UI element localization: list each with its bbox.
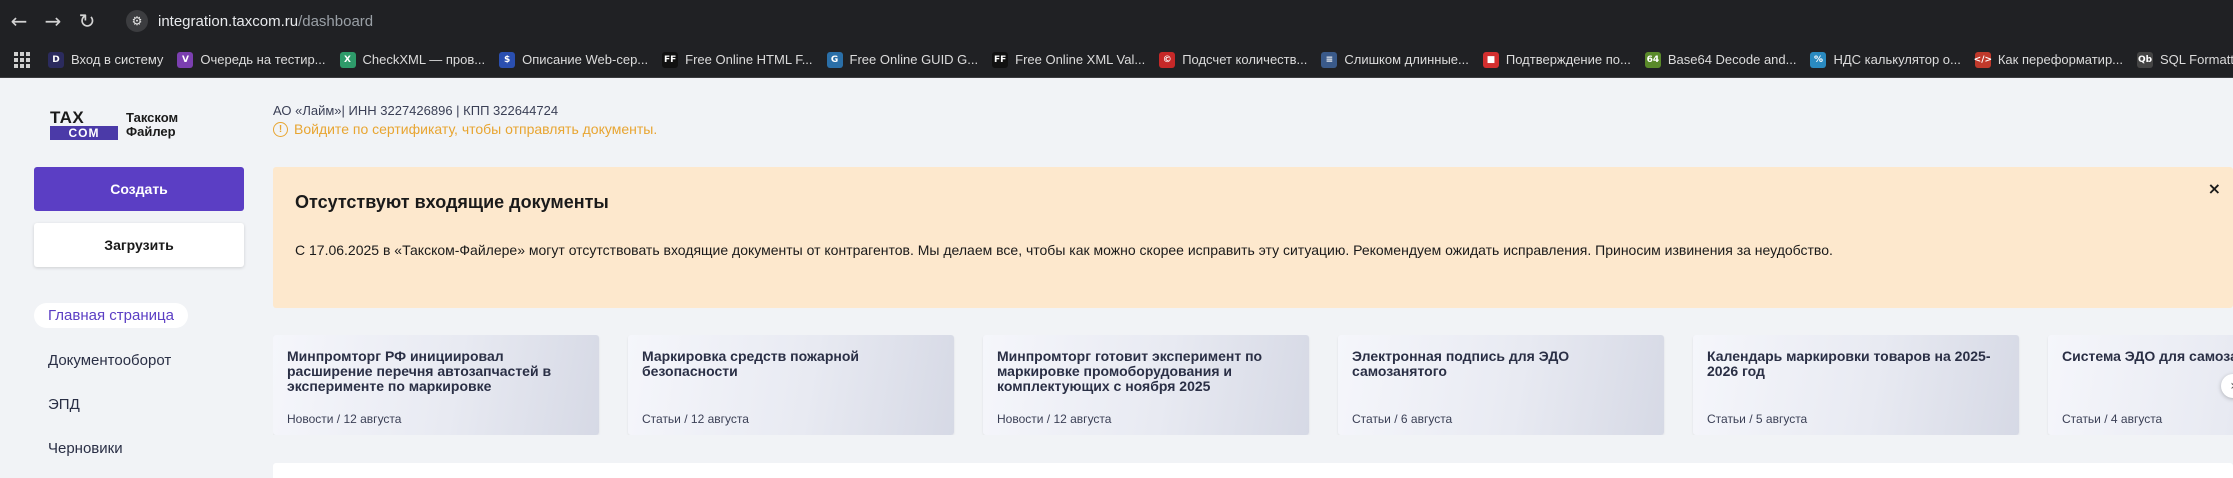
sidebar-item-drafts[interactable]: Черновики [48,440,123,457]
bookmark-item[interactable]: ≡ Слишком длинные... [1321,51,1469,68]
bookmark-label: SQL Formatter & Be... [2160,52,2233,67]
bookmark-label: Описание Web-сер... [522,52,649,67]
bookmark-item[interactable]: 64 Base64 Decode and... [1644,51,1797,68]
bookmark-label: Base64 Decode and... [1667,52,1797,67]
content-panel [273,463,2233,478]
bookmark-item[interactable]: $ Описание Web-сер... [499,51,649,68]
bookmark-favicon-icon: Qb [2137,51,2154,68]
sidebar-item-home[interactable]: Главная страница [34,303,188,328]
bookmark-label: Free Online XML Val... [1015,52,1146,67]
bookmark-item[interactable]: Qb SQL Formatter & Be... [2137,51,2233,68]
bookmarks-bar: D Вход в систему V Очередь на тестир... X Che… [0,42,2233,78]
forward-button[interactable]: → [36,4,70,38]
url-host: integration.taxcom.ru [158,12,299,30]
news-card-meta: Статьи / 4 августа [2062,412,2163,426]
bookmark-item[interactable]: % НДС калькулятор о... [1810,51,1961,68]
reload-button[interactable]: ↻ [70,4,104,38]
news-card[interactable]: Маркировка средств пожарной безопасности… [628,335,954,435]
bookmark-item[interactable]: FF Free Online HTML F... [662,51,813,68]
news-carousel: Минпромторг РФ инициировал расширение пе… [273,335,2233,435]
bookmark-favicon-icon: G [826,51,843,68]
news-card-meta: Статьи / 5 августа [1707,412,1808,426]
bookmark-favicon-icon: FF [662,51,679,68]
bookmark-item[interactable]: D Вход в систему [48,51,164,68]
bookmark-item[interactable]: V Очередь на тестир... [177,51,326,68]
site-info-icon[interactable]: ⚙ [126,10,148,32]
alert-text: С 17.06.2025 в «Такском-Файлере» могут о… [295,242,1833,258]
news-card-title: Электронная подпись для ЭДО самозанятого [1352,348,1570,379]
news-card-title: Календарь маркировки товаров на 2025-202… [1707,348,1991,379]
certificate-warning[interactable]: ! Войдите по сертификату, чтобы отправля… [273,121,657,137]
news-card-title: Минпромторг РФ инициировал расширение пе… [287,348,552,394]
bookmark-label: Подсчет количеств... [1182,52,1308,67]
bookmark-favicon-icon: $ [499,51,516,68]
bookmark-label: Очередь на тестир... [200,52,326,67]
taxcom-logo[interactable]: TAX COM Такском Файлер [50,108,178,142]
news-card-title: Маркировка средств пожарной безопасности [642,348,860,379]
bookmark-label: CheckXML — пров... [362,52,486,67]
create-button[interactable]: Создать [34,167,244,211]
browser-toolbar: ← → ↻ ⚙ integration.taxcom.ru/dashboard [0,0,2233,42]
alert-title: Отсутствуют входящие документы [295,192,609,212]
news-card[interactable]: Электронная подпись для ЭДО самозанятого… [1338,335,1664,435]
bookmark-favicon-icon: ≡ [1321,51,1338,68]
bookmark-favicon-icon: 64 [1644,51,1661,68]
bookmark-label: Free Online GUID G... [849,52,979,67]
close-icon[interactable]: × [2208,179,2221,198]
page: TAX COM Такском Файлер Создать Загрузить… [0,78,2233,478]
alert-banner: Отсутствуют входящие документы С 17.06.2… [273,167,2233,308]
bookmark-favicon-icon: © [1159,51,1176,68]
company-info: АО «Лайм»| ИНН 3227426896 | КПП 32264472… [273,103,559,118]
bookmark-item[interactable]: X CheckXML — пров... [339,51,486,68]
logo-text: Такском Файлер [126,110,179,139]
back-button[interactable]: ← [2,4,36,38]
bookmark-label: Free Online HTML F... [685,52,813,67]
bookmark-label: Вход в систему [71,52,164,67]
news-card-meta: Статьи / 6 августа [1352,412,1453,426]
news-card-title: Система ЭДО для самозанятых [2062,348,2233,364]
bookmark-favicon-icon: X [339,51,356,68]
sidebar-item-epd[interactable]: ЭПД [48,396,80,413]
bookmark-item[interactable]: FF Free Online XML Val... [992,51,1146,68]
warning-icon: ! [273,121,288,137]
address-bar[interactable]: ⚙ integration.taxcom.ru/dashboard [126,4,373,38]
bookmark-label: Слишком длинные... [1344,52,1469,67]
news-card-meta: Новости / 12 августа [997,412,1112,426]
bookmark-favicon-icon: FF [992,51,1009,68]
bookmark-favicon-icon: V [177,51,194,68]
logo-mark: TAX COM [50,108,118,142]
news-card[interactable]: Календарь маркировки товаров на 2025-202… [1693,335,2019,435]
certificate-warning-text[interactable]: Войдите по сертификату, чтобы отправлять… [294,121,657,137]
bookmark-favicon-icon: D [48,51,64,68]
bookmark-label: Как переформатир... [1997,52,2124,67]
news-card[interactable]: Минпромторг РФ инициировал расширение пе… [273,335,599,435]
sidebar-item-document-flow[interactable]: Документооборот [48,352,171,369]
bookmark-label: Подтверждение по... [1505,52,1631,67]
news-card-title: Минпромторг готовит эксперимент по марки… [997,348,1263,394]
news-card-meta: Новости / 12 августа [287,412,402,426]
bookmark-item[interactable]: ■ Подтверждение по... [1482,51,1631,68]
news-card[interactable]: Минпромторг готовит эксперимент по марки… [983,335,1309,435]
bookmark-favicon-icon: ■ [1482,51,1499,68]
bookmark-label: НДС калькулятор о... [1833,52,1961,67]
upload-button[interactable]: Загрузить [34,223,244,267]
apps-grid-icon[interactable] [14,51,30,68]
bookmark-item[interactable]: </> Как переформатир... [1974,51,2124,68]
bookmark-favicon-icon: </> [1974,51,1992,68]
news-card-meta: Статьи / 12 августа [642,412,749,426]
bookmark-item[interactable]: © Подсчет количеств... [1159,51,1308,68]
news-card[interactable]: Система ЭДО для самозанятых Статьи / 4 ав… [2048,335,2233,435]
bookmark-item[interactable]: G Free Online GUID G... [826,51,979,68]
bookmark-favicon-icon: % [1810,51,1827,68]
url-path: /dashboard [298,12,374,30]
